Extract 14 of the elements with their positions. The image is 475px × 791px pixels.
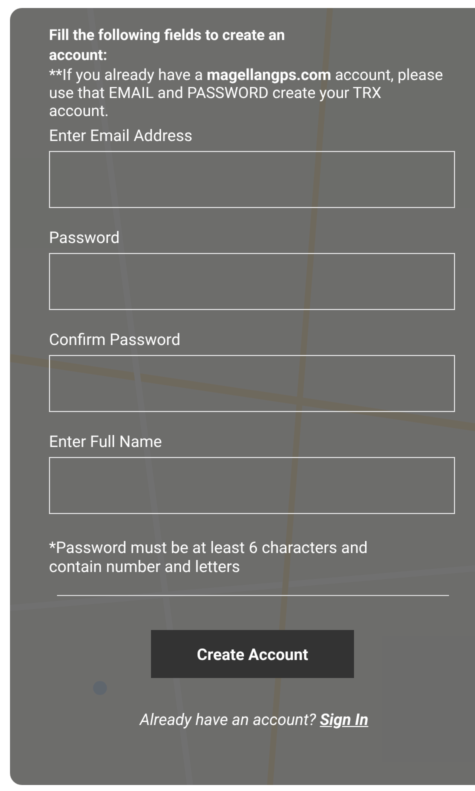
field-label: Enter Email Address	[49, 126, 194, 146]
field-label: Confirm Password	[49, 330, 182, 350]
input-field[interactable]	[49, 151, 455, 208]
field-label: Password	[49, 228, 121, 248]
password-hint: *Password must be at least 6 characters and contain number and letters	[49, 538, 369, 576]
create-account-button[interactable]: Create Account	[151, 630, 354, 678]
input-field[interactable]	[49, 355, 455, 412]
input-field[interactable]	[49, 457, 455, 514]
account-note: **If you already have a magellangps.com account, please use that EMAIL and PASSWORD create your TRX account.	[49, 66, 444, 120]
input-field[interactable]	[49, 253, 455, 310]
field-label: Enter Full Name	[49, 432, 163, 452]
form-heading: Fill the following fields to create an account:	[49, 25, 286, 65]
sign-in-link[interactable]: Sign In	[320, 710, 368, 729]
sign-in-prompt: Already have an account? Sign In	[138, 710, 370, 729]
